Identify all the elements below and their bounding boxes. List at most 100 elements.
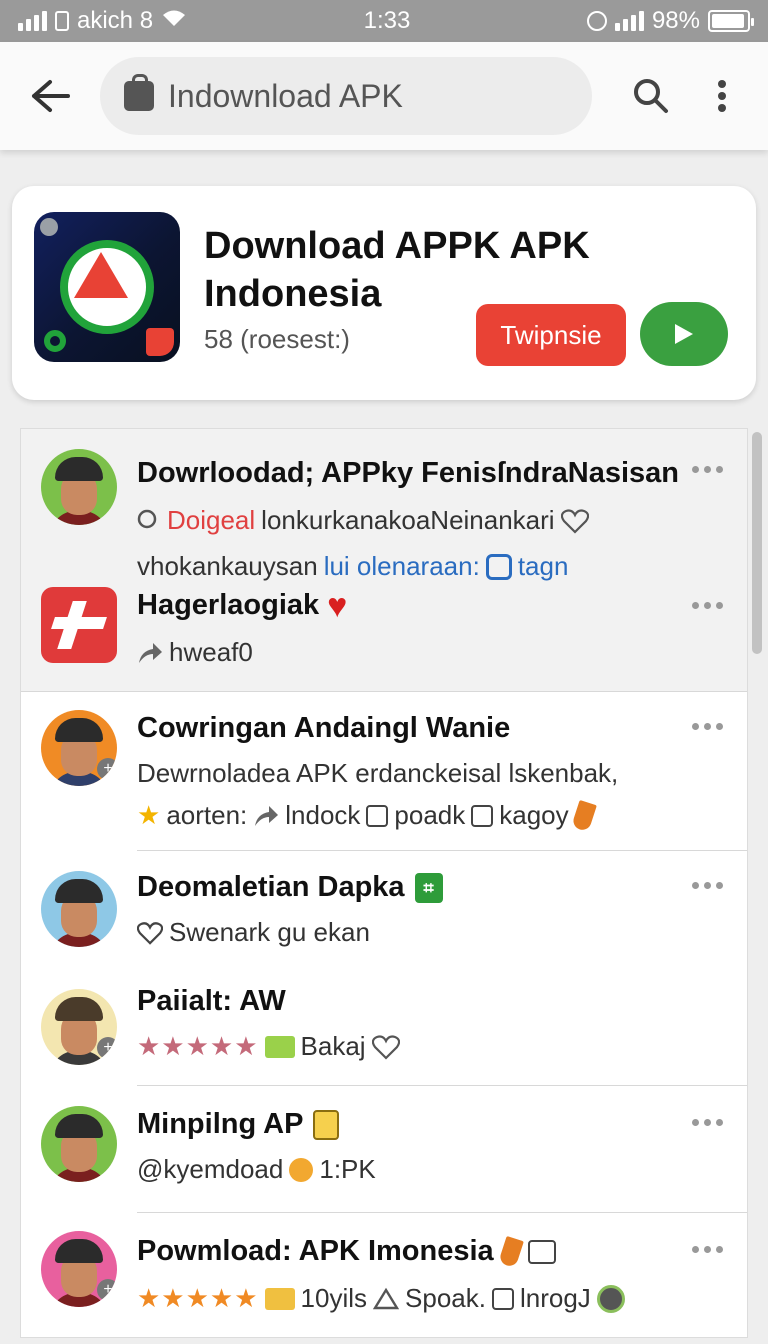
- item-meta: Doigeal lonkurkanakoaNeinankari: [137, 505, 589, 536]
- share-icon: [255, 805, 279, 826]
- item-text: hweaf0: [169, 637, 253, 667]
- item-text-2: 1:PK: [319, 1154, 376, 1184]
- app-logo-icon: [34, 212, 180, 362]
- avatar: [41, 449, 117, 525]
- more-options-button[interactable]: [687, 1116, 727, 1128]
- search-input[interactable]: Indownload APK: [168, 78, 403, 115]
- item-meta-a: 10yils: [300, 1283, 368, 1313]
- chip-icon: [264, 1035, 295, 1058]
- item-meta-c: lnrogJ: [519, 1283, 591, 1313]
- heart-icon: ♥: [327, 586, 348, 625]
- battery-percent: 98%: [651, 7, 700, 34]
- item-meta: Swenark gu ekan: [137, 917, 370, 948]
- arrow-left-icon: [32, 80, 70, 112]
- item-title-text: Minpilng AP: [137, 1108, 304, 1140]
- star-icon: ★: [137, 800, 161, 830]
- battery-icon: [708, 10, 754, 32]
- item-meta-b: lndock: [285, 800, 361, 830]
- more-options-button[interactable]: [687, 1243, 727, 1255]
- tag-icon: [485, 553, 512, 580]
- heart-icon[interactable]: [137, 921, 163, 945]
- list-item[interactable]: + Cowringan Andaingl Wanie Dewrnoladea A…: [21, 692, 747, 850]
- wifi-icon: [161, 7, 187, 35]
- more-options-button[interactable]: [687, 720, 727, 732]
- overflow-menu-button[interactable]: [692, 42, 752, 150]
- sim-icon: [55, 11, 69, 31]
- rating-stars: ★★★★★: [137, 1283, 259, 1313]
- clock: 1:33: [363, 7, 411, 34]
- item-title-text: Powmload: APK Imonesia: [137, 1235, 494, 1267]
- list-item[interactable]: + Powmload: APK Imonesia ★★★★★ 10yils Sp…: [21, 1213, 747, 1337]
- pencil-icon: [570, 799, 597, 832]
- coin-icon: [289, 1157, 314, 1182]
- item-meta: ★ aorten: lndock poadk kagoy: [137, 799, 597, 832]
- pot-icon: [596, 1284, 625, 1313]
- item-title-text: Deomaletian Dapka: [137, 871, 405, 903]
- list-item[interactable]: + Paiialt: AW ★★★★★ Bakaj: [21, 971, 747, 1085]
- item-title: Hagerlaogiak ♥: [137, 586, 348, 625]
- app-subtitle: 58 (roesest:): [204, 324, 350, 354]
- play-button[interactable]: [640, 302, 728, 366]
- carrier-label: akich 8: [77, 7, 154, 34]
- file-icon: [491, 1287, 514, 1310]
- avatar: +: [41, 710, 117, 786]
- item-title: Dowrloodad; APPky FenisſndraNasisan: [137, 457, 679, 489]
- item-meta-a: aorten:: [166, 800, 248, 830]
- item-meta: @kyemdoad 1:PK: [137, 1154, 376, 1185]
- play-icon: [675, 324, 693, 344]
- download-icon: [366, 804, 389, 827]
- triangle-icon: [373, 1287, 400, 1309]
- item-title: Paiialt: AW: [137, 985, 286, 1017]
- status-bar: akich 8 1:33 98%: [0, 0, 768, 42]
- avatar: [41, 871, 117, 947]
- item-text: Bakaj: [300, 1031, 366, 1061]
- item-link[interactable]: lui olenaraan:: [324, 551, 480, 582]
- item-title-text: Hagerlaogiak: [137, 589, 320, 621]
- chat-icon: [527, 1239, 556, 1264]
- item-tag[interactable]: tagn: [518, 551, 569, 582]
- item-meta-2: vhokankauysan lui olenaraan: tagn: [137, 551, 568, 582]
- search-icon: [137, 509, 157, 528]
- list-item[interactable]: Dowrloodad; APPky FenisſndraNasisan Doig…: [21, 429, 747, 691]
- search-field[interactable]: Indownload APK: [100, 57, 592, 135]
- item-text: @kyemdoad: [137, 1154, 284, 1184]
- item-text: Dewrnoladea APK erdanckeisal lskenbak,: [137, 758, 619, 788]
- item-description: Dewrnoladea APK erdanckeisal lskenbak,: [137, 758, 618, 789]
- signal-icon: [18, 11, 47, 31]
- item-title: Powmload: APK Imonesia: [137, 1235, 556, 1268]
- list-item[interactable]: Deomaletian Dapka ⌗ Swenark gu ekan: [21, 851, 747, 965]
- lock-icon: [313, 1109, 340, 1140]
- more-options-button[interactable]: [687, 599, 727, 611]
- more-options-button[interactable]: [687, 463, 727, 475]
- item-text: lonkurkanakoaNeinankari: [261, 505, 555, 535]
- item-meta: ★★★★★ Bakaj: [137, 1031, 400, 1062]
- item-text: Swenark gu ekan: [169, 917, 370, 947]
- item-text-2: vhokankauysan: [137, 551, 318, 581]
- badge-icon: ⌗: [414, 872, 443, 903]
- scrollbar[interactable]: [752, 432, 762, 654]
- avatar: +: [41, 989, 117, 1065]
- heart-icon[interactable]: [560, 508, 589, 534]
- more-vert-icon: [718, 80, 726, 112]
- item-meta: ★★★★★ 10yils Spoak. lnrogJ: [137, 1283, 625, 1314]
- item-title: Cowringan Andaingl Wanie: [137, 712, 511, 744]
- share-icon: [139, 642, 162, 663]
- item-meta: hweaf0: [137, 637, 253, 668]
- shopping-bag-icon: [124, 74, 154, 111]
- more-options-button[interactable]: [687, 879, 727, 891]
- search-icon: [634, 79, 668, 113]
- item-meta-b: Spoak.: [405, 1283, 486, 1313]
- item-meta-d: kagoy: [499, 800, 569, 830]
- search-button[interactable]: [610, 42, 692, 150]
- chip-icon: [264, 1287, 295, 1310]
- back-button[interactable]: [0, 42, 100, 150]
- install-button[interactable]: Twipnsie: [476, 304, 626, 366]
- list-item[interactable]: Minpilng AP @kyemdoad 1:PK: [21, 1086, 747, 1212]
- featured-app-card[interactable]: Download APPK APK Indonesia 58 (roesest:…: [12, 186, 756, 400]
- signal-icon-2: [614, 11, 644, 31]
- file-icon: [471, 804, 494, 827]
- pepper-icon: [497, 1235, 524, 1268]
- item-meta-c: poadk: [394, 800, 466, 830]
- results-list: Dowrloodad; APPky FenisſndraNasisan Doig…: [20, 428, 748, 1338]
- heart-icon[interactable]: [371, 1034, 400, 1060]
